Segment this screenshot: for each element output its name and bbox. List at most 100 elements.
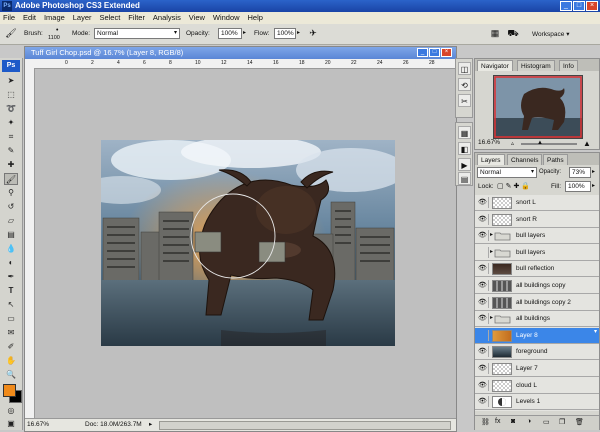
fill-input[interactable]: 100%: [565, 181, 591, 192]
layer-opacity-input[interactable]: 73%: [569, 167, 591, 178]
layer-row[interactable]: 👁 ▸ all buildings: [475, 311, 599, 328]
tab-paths[interactable]: Paths: [543, 154, 568, 165]
zoom-slider[interactable]: [521, 143, 577, 145]
crop-tool-icon[interactable]: ⌗: [4, 131, 18, 143]
horizontal-scrollbar[interactable]: [159, 421, 451, 430]
layer-row[interactable]: 👁 Levels 1: [475, 394, 599, 411]
menu-analysis[interactable]: Analysis: [150, 12, 184, 24]
layer-row[interactable]: 👁 all buildings copy: [475, 278, 599, 294]
tab-info[interactable]: Info: [559, 60, 578, 71]
horizontal-ruler[interactable]: 0 2 4 6 8 10 12 14 16 18 20 22 24 26 28: [25, 59, 456, 69]
menu-help[interactable]: Help: [245, 12, 266, 24]
visibility-eye-icon[interactable]: 👁: [477, 213, 489, 225]
visibility-eye-icon[interactable]: 👁: [477, 379, 489, 391]
blend-mode-select[interactable]: Normal: [477, 167, 537, 178]
move-tool-icon[interactable]: ➤: [4, 75, 18, 87]
tools-dock-icon[interactable]: ✂: [458, 94, 471, 107]
brushes-palette-icon[interactable]: ▦: [488, 27, 502, 40]
workspace-menu[interactable]: Workspace ▾: [532, 30, 569, 38]
history-dock-icon[interactable]: ⟲: [458, 78, 471, 91]
tab-histogram[interactable]: Histogram: [517, 60, 555, 71]
healing-brush-tool-icon[interactable]: ✚: [4, 159, 18, 171]
gradient-tool-icon[interactable]: ▤: [4, 229, 18, 241]
actions-dock-icon[interactable]: ▶: [458, 158, 471, 171]
layer-row[interactable]: Layer 8: [475, 327, 599, 344]
layer-opacity-arrow-icon[interactable]: ▸: [592, 168, 595, 175]
tab-navigator[interactable]: Navigator: [477, 60, 513, 71]
airbrush-icon[interactable]: ✈: [306, 27, 320, 40]
opacity-input[interactable]: 100%: [218, 28, 242, 39]
menu-image[interactable]: Image: [41, 12, 68, 24]
visibility-eye-icon[interactable]: 👁: [477, 363, 489, 374]
maximize-button[interactable]: □: [573, 1, 585, 11]
delete-layer-icon[interactable]: 🗑: [575, 418, 584, 426]
navigator-zoom-value[interactable]: 16.67%: [478, 139, 500, 146]
history-brush-tool-icon[interactable]: ↺: [4, 201, 18, 213]
visibility-eye-icon[interactable]: 👁: [477, 197, 489, 208]
status-zoom-value[interactable]: 16.67%: [27, 419, 49, 431]
flow-arrow-icon[interactable]: ▸: [297, 29, 300, 36]
menu-layer[interactable]: Layer: [70, 12, 95, 24]
eraser-tool-icon[interactable]: ▱: [4, 215, 18, 227]
eyedropper-tool-icon[interactable]: ✎: [4, 145, 18, 157]
brush-tool-preset-icon[interactable]: 🖌: [4, 27, 18, 40]
visibility-eye-icon[interactable]: 👁: [477, 280, 489, 291]
shape-tool-icon[interactable]: ▭: [4, 313, 18, 325]
layer-row[interactable]: 👁 ▸ bull layers: [475, 228, 599, 245]
info-dock-icon[interactable]: ▤: [458, 172, 471, 185]
visibility-eye-icon[interactable]: 👁: [477, 313, 489, 325]
mode-select[interactable]: Normal: [94, 28, 180, 39]
zoom-slider-handle-icon[interactable]: ▲: [537, 140, 543, 146]
brush-picker[interactable]: • 1100: [48, 26, 68, 42]
type-tool-icon[interactable]: T: [4, 285, 18, 297]
visibility-eye-icon[interactable]: [477, 246, 489, 258]
layer-mask-icon[interactable]: ◙: [511, 418, 515, 425]
doc-minimize-button[interactable]: _: [417, 48, 428, 57]
pen-tool-icon[interactable]: ✒: [4, 271, 18, 283]
blur-tool-icon[interactable]: 💧: [4, 243, 18, 255]
layer-row[interactable]: 👁 cloud L: [475, 377, 599, 394]
layer-row[interactable]: 👁 snort L: [475, 195, 599, 211]
bridge-icon[interactable]: ⛟: [506, 27, 520, 40]
status-menu-arrow-icon[interactable]: ▸: [149, 419, 152, 431]
zoom-in-icon[interactable]: ▲: [583, 139, 591, 148]
opacity-arrow-icon[interactable]: ▸: [243, 29, 246, 36]
hand-tool-icon[interactable]: ✋: [4, 355, 18, 367]
screen-mode-icon[interactable]: ▣: [4, 418, 18, 430]
group-expand-icon[interactable]: ▸: [490, 231, 493, 238]
tab-channels[interactable]: Channels: [507, 154, 543, 165]
foreground-color-swatch[interactable]: [3, 384, 16, 397]
tab-layers[interactable]: Layers: [477, 154, 505, 165]
visibility-eye-icon[interactable]: [477, 329, 489, 341]
group-expand-icon[interactable]: ▸: [490, 314, 493, 321]
marquee-tool-icon[interactable]: ⬚: [4, 89, 18, 101]
menu-file[interactable]: File: [0, 12, 18, 24]
visibility-eye-icon[interactable]: 👁: [477, 230, 489, 242]
zoom-tool-icon[interactable]: 🔍: [4, 369, 18, 381]
new-group-icon[interactable]: ▭: [543, 418, 550, 426]
quick-mask-icon[interactable]: ◎: [4, 405, 18, 417]
flow-input[interactable]: 100%: [274, 28, 296, 39]
lock-icons[interactable]: ▢✎✚🔒: [497, 182, 532, 190]
doc-close-button[interactable]: ×: [441, 48, 452, 57]
brush-tool-icon[interactable]: 🖌: [4, 173, 18, 185]
menu-window[interactable]: Window: [210, 12, 243, 24]
link-layers-icon[interactable]: ⛓: [481, 418, 490, 426]
close-button[interactable]: ×: [586, 1, 598, 11]
notes-tool-icon[interactable]: ✉: [4, 327, 18, 339]
navigator-dock-icon[interactable]: ◫: [458, 62, 471, 75]
layer-row[interactable]: ▸ bull layers: [475, 244, 599, 261]
navigator-thumbnail[interactable]: [493, 75, 583, 139]
minimize-button[interactable]: _: [560, 1, 572, 11]
menu-filter[interactable]: Filter: [125, 12, 148, 24]
menu-view[interactable]: View: [186, 12, 208, 24]
layer-row[interactable]: 👁 all buildings copy 2: [475, 294, 599, 311]
menu-select[interactable]: Select: [96, 12, 123, 24]
clone-stamp-tool-icon[interactable]: ⚲: [4, 187, 18, 199]
layer-row[interactable]: 👁 Layer 7: [475, 361, 599, 377]
fill-arrow-icon[interactable]: ▸: [592, 182, 595, 189]
eyedropper-sample-tool-icon[interactable]: ✐: [4, 341, 18, 353]
visibility-eye-icon[interactable]: 👁: [477, 263, 489, 275]
document-canvas[interactable]: [101, 140, 395, 346]
dodge-tool-icon[interactable]: ◐: [4, 257, 18, 269]
